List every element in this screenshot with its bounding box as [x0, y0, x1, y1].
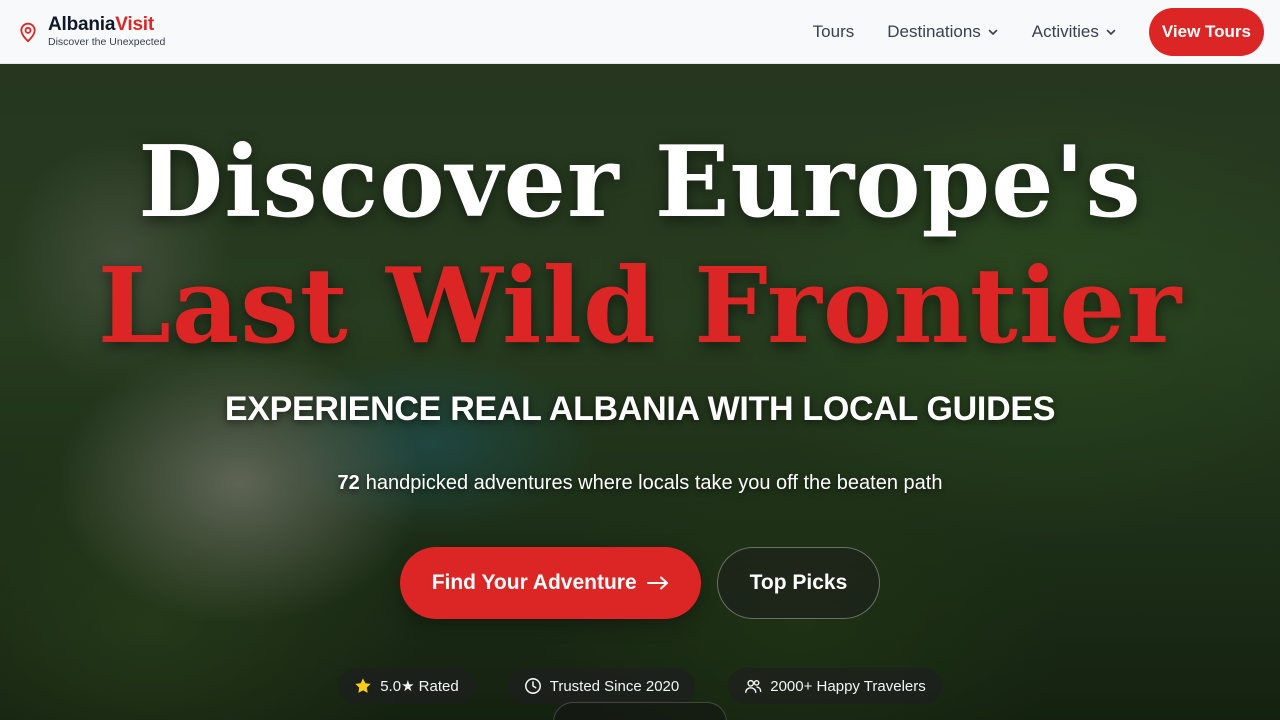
users-icon [744, 677, 762, 695]
rating-badge: 5.0★ Rated [338, 668, 475, 704]
trust-badges: 5.0★ Rated Trusted Since 2020 2000+ Happ… [0, 668, 1280, 704]
top-picks-button[interactable]: Top Picks [716, 547, 881, 619]
nav-link-label: Activities [1031, 21, 1099, 41]
happy-travelers-label: 2000+ Happy Travelers [770, 677, 926, 695]
top-navbar: AlbaniaVisit Discover the Unexpected Tou… [0, 0, 1280, 64]
find-adventure-button[interactable]: Find Your Adventure [399, 547, 701, 619]
trusted-since-badge: Trusted Since 2020 [507, 668, 696, 704]
nav-link-tours[interactable]: Tours [813, 22, 855, 42]
partially-visible-widget [553, 702, 727, 720]
hero-tagline: 72 handpicked adventures where locals tak… [0, 472, 1280, 495]
chevron-down-icon [1105, 26, 1117, 38]
map-pin-icon [18, 21, 38, 43]
rating-badge-label: 5.0★ Rated [380, 678, 459, 695]
nav-link-label: Tours [812, 21, 855, 41]
hero-section: Discover Europe's Last Wild Frontier EXP… [0, 64, 1280, 720]
adventure-count: 72 [337, 472, 360, 494]
arrow-right-icon [646, 576, 669, 590]
main-nav: Tours Destinations Activities View Tours [813, 7, 1264, 56]
trusted-since-label: Trusted Since 2020 [549, 677, 680, 695]
hero-cta-row: Find Your Adventure Top Picks [0, 547, 1280, 619]
hero-headline-line1: Discover Europe's [138, 125, 1142, 240]
star-icon [354, 677, 372, 695]
brand-text: AlbaniaVisit Discover the Unexpected [48, 15, 165, 48]
hero-subheadline: EXPERIENCE REAL ALBANIA WITH LOCAL GUIDE… [224, 390, 1056, 428]
clock-icon [524, 677, 542, 695]
happy-travelers-badge: 2000+ Happy Travelers [728, 668, 942, 704]
hero-content: Discover Europe's Last Wild Frontier EXP… [0, 64, 1280, 720]
nav-link-activities[interactable]: Activities [1032, 22, 1117, 42]
view-tours-button[interactable]: View Tours [1148, 7, 1264, 56]
chevron-down-icon [987, 26, 999, 38]
nav-link-label: Destinations [887, 21, 981, 41]
brand-tagline: Discover the Unexpected [48, 36, 166, 49]
find-adventure-label: Find Your Adventure [431, 571, 637, 594]
hero-headline-line2: Last Wild Frontier [97, 244, 1183, 367]
tagline-text: handpicked adventures where locals take … [365, 472, 943, 494]
brand-name: AlbaniaVisit [48, 14, 155, 36]
nav-link-destinations[interactable]: Destinations [887, 22, 999, 42]
brand-logo[interactable]: AlbaniaVisit Discover the Unexpected [18, 15, 165, 48]
